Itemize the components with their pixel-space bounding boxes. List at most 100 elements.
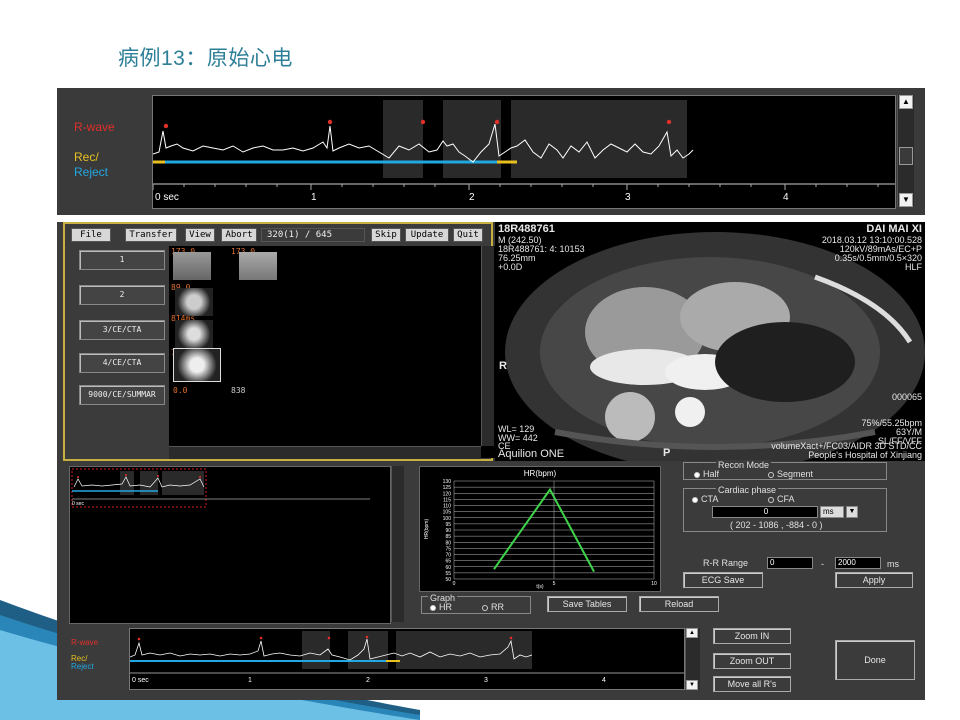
series-button-1[interactable]: 1 xyxy=(79,250,165,270)
ecg-top-scrollbar[interactable]: ▲ ▼ xyxy=(897,95,914,207)
hr-ytick-label: 80 xyxy=(445,540,451,546)
update-button[interactable]: Update xyxy=(405,228,449,242)
rec-label: Rec/ xyxy=(74,150,99,164)
zoom-out-button[interactable]: Zoom OUT xyxy=(713,653,791,669)
ecg-top-panel: R-wave Rec/ Reject 0 sec 1 2 3 4 ▲ ▼ xyxy=(57,88,925,215)
rr-radio[interactable]: RR xyxy=(482,602,504,612)
phase-unit-select[interactable]: ms xyxy=(820,506,844,518)
hr-xtick-label: 10 xyxy=(651,581,657,587)
thumbnail-vscroll[interactable] xyxy=(481,246,494,446)
thumbnail-scout-2[interactable] xyxy=(239,252,277,280)
ecg-bottom-tick-0: 0 sec xyxy=(132,677,149,684)
rwave-label: R-wave xyxy=(71,638,99,647)
ecg-bottom-tick-3: 3 xyxy=(484,677,488,684)
hr-ytick-label: 120 xyxy=(443,491,452,497)
radio-icon xyxy=(692,496,698,503)
cta-radio[interactable]: CTA xyxy=(692,494,718,504)
hr-ytick-label: 115 xyxy=(443,497,451,503)
overview-tick: 0 sec xyxy=(72,501,84,507)
ct-orientation-marker: P xyxy=(663,447,671,459)
hr-chart-svg: HR(bpm) t(s) HR(bpm) 5055606570758085909… xyxy=(424,469,657,590)
cardiac-phase-group: Cardiac phase CTA CFA 0 ms ▼ ( 202 - 108… xyxy=(683,485,887,532)
series-button-4[interactable]: 4/CE/CTA xyxy=(79,353,165,373)
ecg-bottom-plot[interactable]: 0 sec 1 2 3 4 xyxy=(129,628,685,690)
thumb-label: 838 xyxy=(231,386,246,395)
ct-hospital: People's Hospital of Xinjiang xyxy=(808,450,922,460)
hr-chart-ylabel: HR(bpm) xyxy=(424,519,430,540)
hr-ytick-label: 95 xyxy=(445,522,451,528)
hr-radio[interactable]: HR xyxy=(430,602,452,612)
thumbnail-series-4-selected[interactable] xyxy=(173,348,221,382)
scroll-down-arrow-icon[interactable]: ▼ xyxy=(899,193,913,207)
done-button[interactable]: Done xyxy=(835,640,915,680)
series-button-2[interactable]: 2 xyxy=(79,285,165,305)
ct-image-viewer[interactable]: 18R488761 M (242.50) 18R488761: 4: 10153… xyxy=(495,222,925,461)
hr-xtick-label: 0 xyxy=(453,581,456,587)
ecg-overview-panel[interactable]: 0 sec xyxy=(69,466,391,624)
ecg-top-tick-1: 1 xyxy=(311,192,317,203)
rr-dash: - xyxy=(821,559,824,569)
abort-button[interactable]: Abort xyxy=(221,228,257,242)
reject-label: Reject xyxy=(74,165,109,179)
half-radio[interactable]: Half xyxy=(694,469,719,479)
rr-min-input[interactable]: 0 xyxy=(767,557,813,569)
ct-info: HLF xyxy=(904,262,922,272)
series-button-3[interactable]: 3/CE/CTA xyxy=(79,320,165,340)
ct-scanner-model: Aquilion ONE xyxy=(498,448,565,460)
hr-chart-title: HR(bpm) xyxy=(524,469,557,478)
save-tables-button[interactable]: Save Tables xyxy=(547,596,627,612)
chevron-down-icon[interactable]: ▼ xyxy=(846,506,858,518)
ecg-top-tick-3: 3 xyxy=(625,192,631,203)
hr-ytick-label: 105 xyxy=(443,510,452,516)
thumbnail-scout-1[interactable] xyxy=(173,252,211,280)
hr-ytick-label: 65 xyxy=(445,559,451,565)
transfer-button[interactable]: Transfer xyxy=(125,228,177,242)
ct-patient-name: DAI MAI XI xyxy=(866,223,922,235)
quit-button[interactable]: Quit xyxy=(453,228,483,242)
phase-range-text: ( 202 - 1086 , -884 - 0 ) xyxy=(730,520,823,530)
series-button-summary[interactable]: 9000/CE/SUMMAR xyxy=(79,385,165,405)
slide-title: 病例13：原始心电 xyxy=(118,47,293,70)
graph-group: Graph HR RR xyxy=(421,593,531,614)
ecg-overview-scrollbar[interactable] xyxy=(391,466,404,622)
apply-button[interactable]: Apply xyxy=(835,572,913,588)
rr-max-input[interactable]: 2000 xyxy=(835,557,881,569)
move-all-rs-button[interactable]: Move all R's xyxy=(713,676,791,692)
ecg-top-tick-4: 4 xyxy=(783,192,789,203)
hr-xtick-label: 5 xyxy=(553,581,556,587)
segment-radio[interactable]: Segment xyxy=(768,469,813,479)
cfa-radio[interactable]: CFA xyxy=(768,494,795,504)
view-button[interactable]: View xyxy=(185,228,215,242)
hr-ytick-label: 85 xyxy=(445,534,451,540)
ecg-bottom-scrollbar[interactable]: ▲ ▼ xyxy=(685,628,700,690)
ecg-top-tick-0: 0 sec xyxy=(155,192,179,203)
hr-ytick-label: 50 xyxy=(445,577,451,583)
thumbnail-hscroll[interactable] xyxy=(169,446,481,459)
ecg-bottom-tick-2: 2 xyxy=(366,677,370,684)
scroll-up-arrow-icon[interactable]: ▲ xyxy=(899,95,913,109)
ecg-top-waveform: 0 sec 1 2 3 4 xyxy=(152,100,895,203)
radio-icon xyxy=(482,604,488,611)
ct-orientation-marker: R xyxy=(499,360,507,372)
ecg-bottom-tick-4: 4 xyxy=(602,677,606,684)
reject-label: Reject xyxy=(71,662,94,671)
reload-button[interactable]: Reload xyxy=(639,596,719,612)
ecg-save-button[interactable]: ECG Save xyxy=(683,572,763,588)
ecg-top-plot[interactable]: 0 sec 1 2 3 4 xyxy=(152,95,896,209)
scroll-up-arrow-icon[interactable]: ▲ xyxy=(686,628,698,638)
ecg-top-tick-2: 2 xyxy=(469,192,475,203)
scroll-down-arrow-icon[interactable]: ▼ xyxy=(686,680,698,690)
thumbnail-series-3[interactable] xyxy=(175,320,213,348)
scroll-thumb[interactable] xyxy=(899,147,913,165)
skip-button[interactable]: Skip xyxy=(371,228,401,242)
file-button[interactable]: File xyxy=(71,228,111,242)
phase-input[interactable]: 0 xyxy=(712,506,818,518)
ct-info: 000065 xyxy=(891,392,922,402)
ct-patient-id: 18R488761 xyxy=(498,223,555,235)
rwave-label: R-wave xyxy=(74,120,115,134)
thumbnail-series-2[interactable] xyxy=(175,288,213,316)
hr-series-line xyxy=(493,487,595,573)
image-counter-field: 320(1) / 645 xyxy=(261,228,365,242)
hr-chart: HR(bpm) t(s) HR(bpm) 50 55 60 65 70 75 80 85 90 9… xyxy=(419,466,661,592)
zoom-in-button[interactable]: Zoom IN xyxy=(713,628,791,644)
